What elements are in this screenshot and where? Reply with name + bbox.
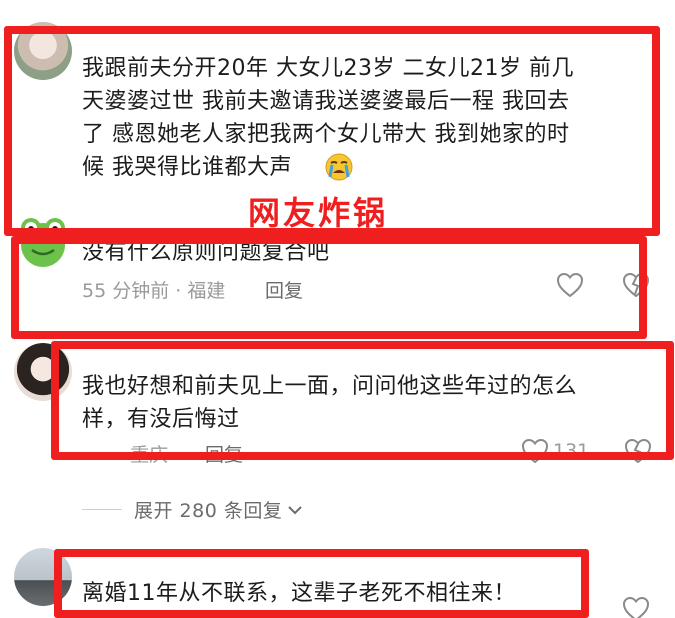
- comment-1-line-2: 天婆婆过世 我前夫邀请我送婆婆最后一程 我回去: [82, 89, 570, 114]
- expand-replies-label: 展开 280 条回复: [134, 500, 283, 522]
- comment-4-text: 离婚11年从不联系，这辈子老死不相往来！: [82, 581, 516, 606]
- user-avatar-4[interactable]: [14, 548, 72, 606]
- comment-3-line-2: 样，有没后悔过: [82, 407, 240, 432]
- comment-1-line-3: 了 感恩她老人家把我两个女儿带大 我到她家的时: [82, 122, 570, 147]
- user-avatar-1[interactable]: [14, 22, 72, 80]
- comment-2-text: 没有什么原则问题复合吧: [82, 240, 330, 265]
- chevron-down-icon: [288, 505, 303, 514]
- user-avatar-3[interactable]: [14, 343, 72, 401]
- heart-icon[interactable]: [521, 438, 549, 464]
- comment-3-like-count: 131: [553, 440, 590, 462]
- comment-3-meta: · 重庆: [118, 444, 169, 466]
- heart-icon[interactable]: [556, 272, 584, 298]
- divider-line: [82, 509, 122, 510]
- comment-2-reply-button[interactable]: 回复: [265, 276, 303, 303]
- comment-1-line-4: 候 我哭得比谁都大声: [82, 155, 292, 180]
- dislike-icon[interactable]: [624, 438, 652, 464]
- expand-replies-button[interactable]: 展开 280 条回复: [82, 496, 304, 523]
- heart-icon[interactable]: [622, 596, 650, 618]
- user-avatar-2[interactable]: [14, 212, 72, 270]
- comment-3-reply-button[interactable]: 回复: [205, 440, 243, 467]
- crying-face-icon: [325, 153, 353, 181]
- overlay-caption: 网友炸锅: [248, 194, 389, 232]
- comment-2-meta: 55 分钟前 · 福建: [82, 280, 226, 302]
- frog-icon: [21, 218, 65, 267]
- dislike-icon[interactable]: [622, 272, 650, 298]
- comment-1-line-1: 我跟前夫分开20年 大女儿23岁 二女儿21岁 前几: [82, 56, 574, 81]
- comment-3-line-1: 我也好想和前夫见上一面，问问他这些年过的怎么: [82, 374, 578, 399]
